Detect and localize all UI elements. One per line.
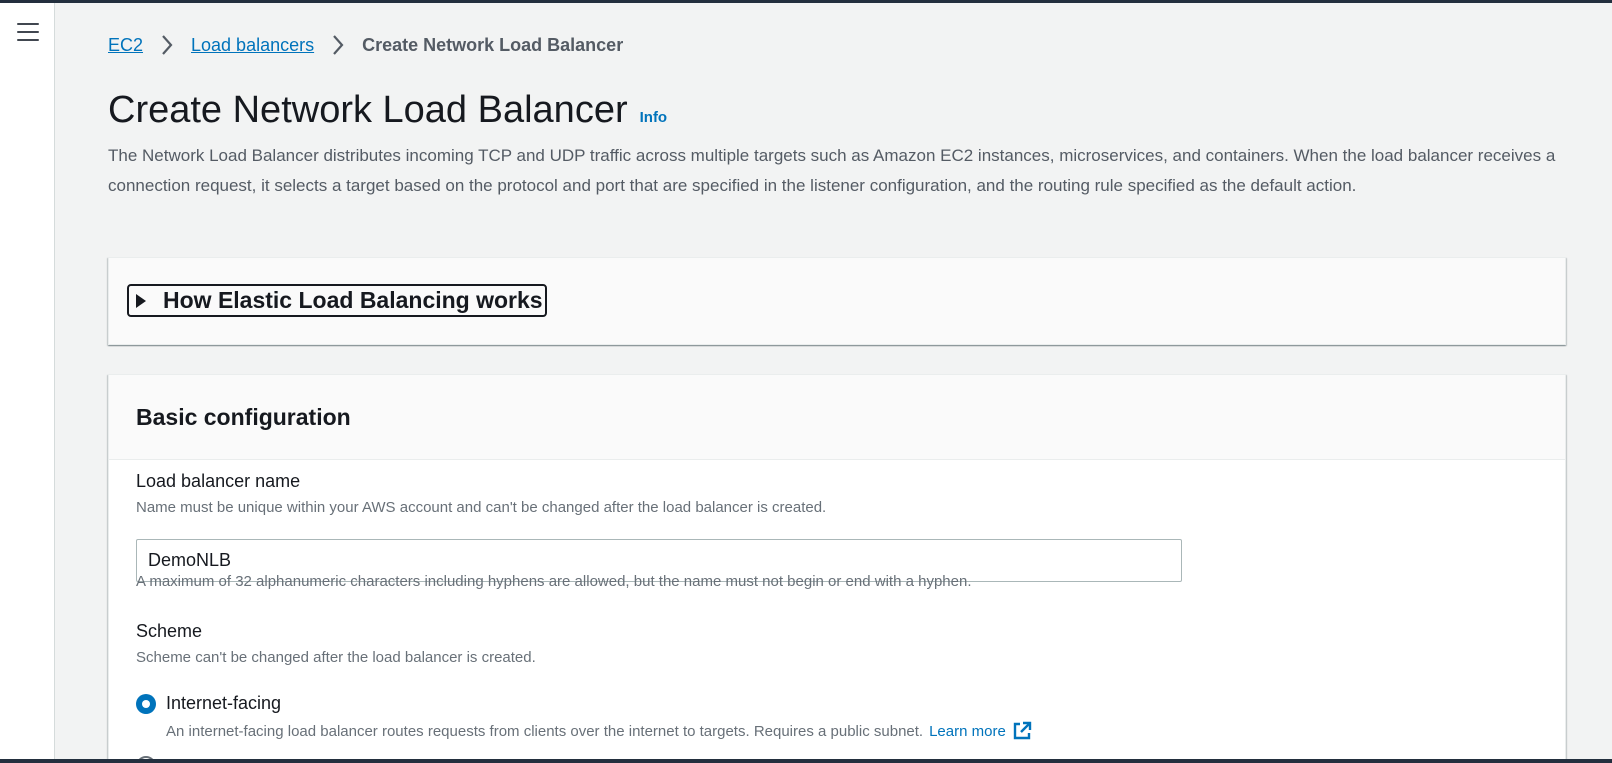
scheme-description: Scheme can't be changed after the load b…	[136, 649, 536, 666]
load-balancer-name-constraint: A maximum of 32 alphanumeric characters …	[136, 573, 972, 590]
basic-configuration-header: Basic configuration	[109, 375, 1565, 460]
external-link-icon	[1013, 721, 1032, 740]
scheme-internet-facing-option[interactable]: Internet-facing	[136, 693, 281, 714]
internet-facing-description-text: An internet-facing load balancer routes …	[166, 722, 924, 740]
bottom-edge-bar	[0, 759, 1612, 763]
how-elb-works-expander[interactable]: How Elastic Load Balancing works	[127, 284, 547, 317]
basic-configuration-title: Basic configuration	[136, 403, 351, 430]
chevron-right-icon	[326, 33, 350, 57]
basic-configuration-panel: Basic configuration Load balancer name N…	[108, 374, 1566, 763]
chevron-right-icon	[155, 33, 179, 57]
breadcrumb-ec2-link[interactable]: EC2	[108, 35, 143, 56]
breadcrumb-load-balancers-link[interactable]: Load balancers	[191, 35, 314, 56]
caret-right-icon	[135, 293, 149, 309]
expander-title: How Elastic Load Balancing works	[163, 287, 543, 313]
breadcrumb-current: Create Network Load Balancer	[362, 34, 624, 55]
page-description: The Network Load Balancer distributes in…	[108, 146, 1556, 195]
radio-selected-icon[interactable]	[136, 693, 156, 714]
scheme-label: Scheme	[136, 621, 203, 641]
top-navigation-bar	[0, 0, 1612, 3]
how-elb-works-panel: How Elastic Load Balancing works	[108, 257, 1566, 345]
load-balancer-name-description: Name must be unique within your AWS acco…	[136, 499, 827, 516]
scheme-internet-facing-label[interactable]: Internet-facing	[166, 693, 281, 714]
side-navigation-rail	[0, 3, 55, 759]
page-header: Create Network Load Balancer Info	[108, 89, 667, 132]
hamburger-menu-icon[interactable]	[17, 23, 39, 41]
scheme-internet-facing-description: An internet-facing load balancer routes …	[166, 721, 1032, 741]
page-title: Create Network Load Balancer	[108, 89, 628, 131]
info-link[interactable]: Info	[640, 109, 668, 126]
breadcrumb: EC2 Load balancers Create Network Load B…	[108, 33, 623, 57]
learn-more-link[interactable]: Learn more	[929, 721, 1032, 741]
learn-more-label[interactable]: Learn more	[929, 723, 1006, 740]
load-balancer-name-label: Load balancer name	[136, 471, 301, 491]
